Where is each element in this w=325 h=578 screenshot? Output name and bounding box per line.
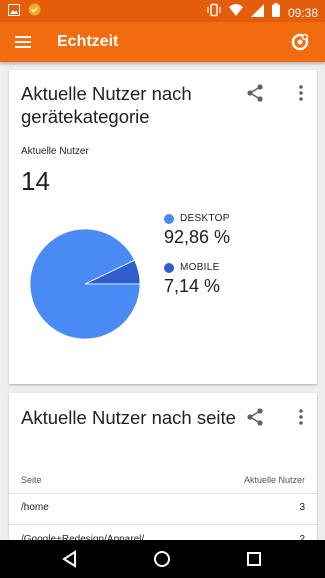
metric-value: 14 [21,166,50,196]
pie-slice-desktop [29,228,141,340]
settings-icon[interactable] [290,32,310,52]
device-pie-chart [29,228,141,340]
vibrate-icon [207,3,221,22]
battery-icon [271,3,280,22]
home-icon[interactable] [152,549,172,569]
legend-value: 92,86 % [164,227,231,247]
shield-check-icon [28,3,41,21]
card-title: Aktuelle Nutzer nach gerätekategorie [21,83,192,127]
page-card: Aktuelle Nutzer nach seite Seite Aktuell… [9,393,317,553]
legend-value: 7,14 % [164,276,221,296]
signal-icon [250,3,264,22]
legend-label: MOBILE [180,262,220,273]
share-icon[interactable] [245,83,265,103]
more-options-icon[interactable] [291,407,311,427]
status-time: 09:38 [287,5,318,20]
row-page: /home [21,502,49,513]
back-icon[interactable] [60,549,80,569]
recents-icon[interactable] [244,549,264,569]
status-bar: 09:38 [0,0,325,22]
legend-item-mobile: MOBILE 7,14 % [164,262,220,297]
table-row[interactable]: /home 3 [21,502,305,513]
legend-dot-desktop [164,213,174,224]
row-users: 3 [299,502,305,513]
divider [9,493,317,494]
column-header-page: Seite [21,475,42,485]
metric-label: Aktuelle Nutzer [21,146,89,157]
app-bar: Echtzeit [0,22,325,62]
legend-label: DESKTOP [180,213,230,224]
divider [9,524,317,525]
device-category-card: Aktuelle Nutzer nach gerätekategorie Akt… [9,70,317,384]
legend-item-desktop: DESKTOP 92,86 % [164,213,230,248]
share-icon[interactable] [245,407,265,427]
system-nav-bar [0,540,325,578]
card-title: Aktuelle Nutzer nach seite [21,407,236,428]
column-header-users: Aktuelle Nutzer [243,475,305,485]
menu-icon[interactable] [14,33,32,51]
wifi-icon [228,3,243,22]
legend-dot-mobile [164,262,174,273]
image-icon [8,3,20,21]
app-title: Echtzeit [57,33,119,50]
more-options-icon[interactable] [291,83,311,103]
table-header: Seite Aktuelle Nutzer [21,475,305,485]
